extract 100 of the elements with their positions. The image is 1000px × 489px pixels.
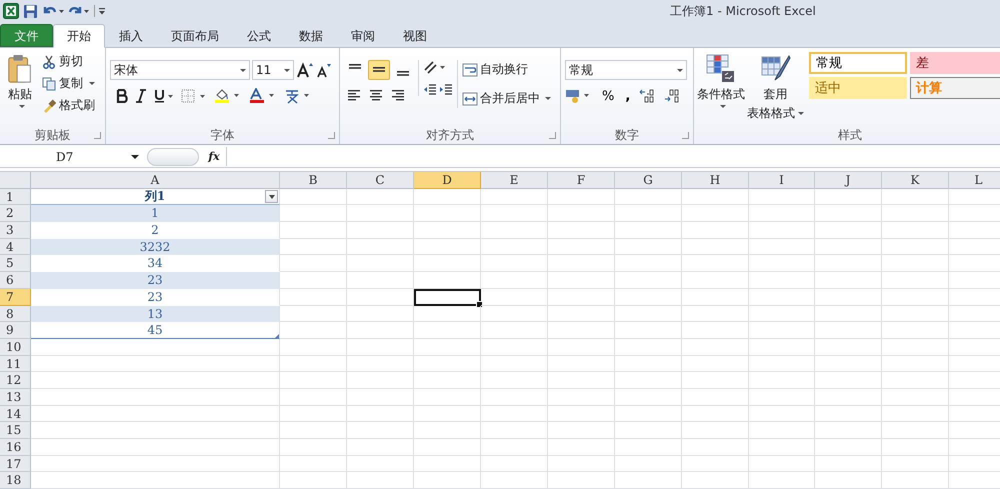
grid-cell[interactable] xyxy=(280,188,347,206)
column-header[interactable]: I xyxy=(749,172,815,189)
grid-cell[interactable] xyxy=(280,222,347,239)
grid-cell[interactable] xyxy=(548,456,615,472)
grid-cell[interactable] xyxy=(548,188,615,206)
grid-cell[interactable] xyxy=(481,306,548,322)
grid-cell[interactable] xyxy=(414,272,481,289)
grid-cell[interactable] xyxy=(682,205,749,222)
percent-button[interactable]: % xyxy=(600,88,616,104)
insert-function-button[interactable]: fx xyxy=(204,150,224,163)
conditional-formatting-button[interactable]: 条件格式 xyxy=(696,52,746,110)
column-header[interactable]: J xyxy=(815,172,882,189)
merge-center-button[interactable]: 合并后居中 xyxy=(462,89,551,108)
grid-cell[interactable] xyxy=(682,439,749,456)
row-header[interactable]: 8 xyxy=(0,306,31,322)
grid-cell[interactable] xyxy=(882,205,949,222)
row-header[interactable]: 17 xyxy=(0,456,31,472)
cut-button[interactable]: 剪切 xyxy=(40,52,97,71)
grid-cell[interactable] xyxy=(682,222,749,239)
grid-cell[interactable] xyxy=(815,406,882,422)
grid-cell[interactable] xyxy=(280,388,347,406)
ribbon-tab[interactable]: 视图 xyxy=(389,24,441,47)
grid-cell[interactable] xyxy=(548,406,615,422)
grid-cell[interactable] xyxy=(682,338,749,356)
text-orientation-icon[interactable] xyxy=(423,60,447,74)
grid-cell[interactable] xyxy=(682,255,749,272)
row-header[interactable]: 5 xyxy=(0,255,31,272)
row-header[interactable]: 9 xyxy=(0,322,31,339)
grid-cell[interactable] xyxy=(31,338,280,356)
cell-style-swatch[interactable]: 适中 xyxy=(809,77,907,99)
column-header[interactable]: L xyxy=(949,172,1000,189)
format-painter-button[interactable]: 格式刷 xyxy=(40,96,97,115)
grid-cell[interactable] xyxy=(347,439,414,456)
align-middle-button[interactable] xyxy=(368,60,390,80)
grid-cell[interactable] xyxy=(882,472,949,489)
grid-cell[interactable] xyxy=(815,222,882,239)
grid-cell[interactable] xyxy=(548,439,615,456)
grid-cell[interactable] xyxy=(481,422,548,439)
grid-cell[interactable] xyxy=(548,356,615,372)
grid-cell[interactable] xyxy=(481,456,548,472)
grid-cell[interactable] xyxy=(347,272,414,289)
increase-indent-icon[interactable] xyxy=(439,84,453,96)
grid-cell[interactable] xyxy=(749,472,815,489)
grid-cell[interactable] xyxy=(815,338,882,356)
grid-cell[interactable] xyxy=(749,456,815,472)
grid-cell[interactable] xyxy=(280,406,347,422)
grid-cell[interactable] xyxy=(548,222,615,239)
grid-cell[interactable] xyxy=(347,322,414,339)
grid-cell[interactable] xyxy=(414,439,481,456)
column-header[interactable]: B xyxy=(280,172,347,189)
column-header[interactable]: K xyxy=(882,172,949,189)
grid-cell[interactable] xyxy=(815,205,882,222)
row-header[interactable]: 3 xyxy=(0,222,31,239)
grid-cell[interactable] xyxy=(347,338,414,356)
grid-cell[interactable] xyxy=(347,372,414,389)
grid-cell[interactable] xyxy=(615,238,682,256)
grid-cell[interactable] xyxy=(548,205,615,222)
grid-cell[interactable] xyxy=(481,205,548,222)
grid-cell[interactable] xyxy=(481,356,548,372)
grid-cell[interactable] xyxy=(414,472,481,489)
column-header[interactable]: F xyxy=(548,172,615,189)
grid-cell[interactable] xyxy=(615,188,682,206)
dialog-launcher-icon[interactable] xyxy=(682,132,689,139)
ribbon-tab[interactable]: 开始 xyxy=(53,24,105,48)
column-header[interactable]: A xyxy=(31,172,280,189)
customize-toolbar-icon[interactable] xyxy=(94,5,106,17)
select-all-corner[interactable] xyxy=(0,172,31,189)
grid-cell[interactable] xyxy=(749,338,815,356)
grid-cell[interactable] xyxy=(815,456,882,472)
grid-cell[interactable] xyxy=(815,306,882,322)
borders-icon[interactable] xyxy=(181,89,207,103)
grid-cell[interactable] xyxy=(548,338,615,356)
font-size-field[interactable]: 11 xyxy=(252,60,294,80)
grid-cell[interactable] xyxy=(749,322,815,339)
grid-cell[interactable] xyxy=(31,439,280,456)
grid-cell[interactable] xyxy=(615,356,682,372)
row-header[interactable]: 14 xyxy=(0,406,31,422)
grid-cell[interactable] xyxy=(347,306,414,322)
name-box[interactable]: D7 xyxy=(0,148,143,166)
grid-cell[interactable] xyxy=(749,406,815,422)
grid-cell[interactable] xyxy=(815,439,882,456)
grid-cell[interactable] xyxy=(280,356,347,372)
grid-cell[interactable] xyxy=(31,372,280,389)
grid-cell[interactable] xyxy=(280,322,347,339)
row-header[interactable]: 15 xyxy=(0,422,31,439)
grid-cell[interactable] xyxy=(749,255,815,272)
grid-cell[interactable] xyxy=(414,322,481,339)
grid-cell[interactable] xyxy=(481,472,548,489)
grid-cell[interactable] xyxy=(815,255,882,272)
grid-cell[interactable] xyxy=(280,472,347,489)
grid-cell[interactable] xyxy=(615,372,682,389)
row-header[interactable]: 4 xyxy=(0,238,31,256)
row-header[interactable]: 16 xyxy=(0,439,31,456)
grid-cell[interactable] xyxy=(280,456,347,472)
grid-cell[interactable] xyxy=(615,205,682,222)
row-header[interactable]: 12 xyxy=(0,372,31,389)
cell-style-swatch[interactable]: 差 xyxy=(910,52,1000,74)
grid-cell[interactable] xyxy=(815,422,882,439)
grid-cell[interactable] xyxy=(882,338,949,356)
row-header[interactable]: 1 xyxy=(0,188,31,206)
